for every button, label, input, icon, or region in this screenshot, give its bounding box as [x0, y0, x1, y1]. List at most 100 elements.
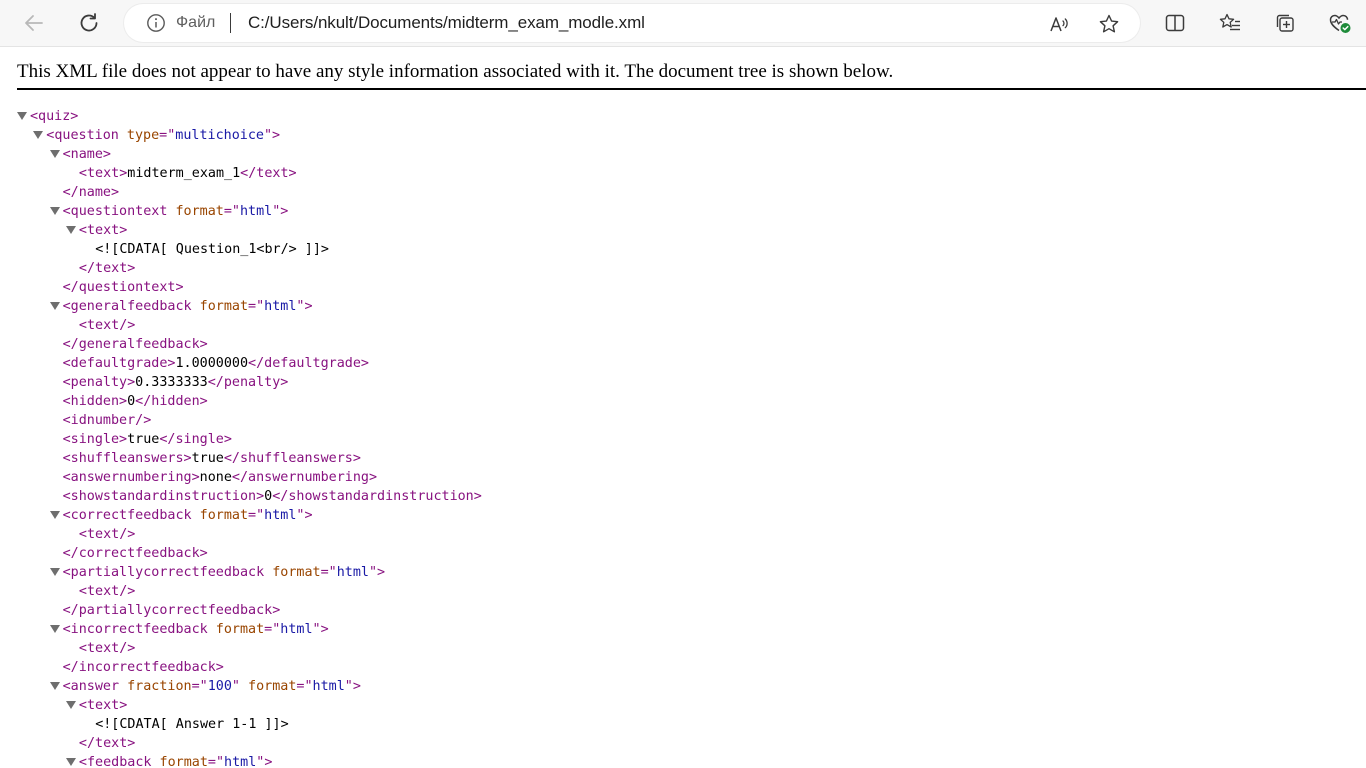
xml-token-tag: <idnumber/>: [62, 413, 152, 428]
xml-token-attr: format: [159, 755, 208, 768]
collapse-triangle-icon[interactable]: [49, 302, 60, 310]
xml-token-tag: </shuffleanswers>: [223, 451, 361, 466]
split-screen-button[interactable]: [1159, 7, 1191, 39]
xml-token-tag: =": [320, 565, 337, 580]
xml-token-tag: <text/>: [78, 318, 136, 333]
xml-line-text: <![CDATA[ Question_1<br/> ]]>: [95, 240, 329, 259]
xml-token-tag: ">: [256, 755, 273, 768]
xml-token-tag: ": [231, 679, 240, 694]
xml-token-tag: <hidden>: [62, 394, 128, 409]
profile-button[interactable]: [1324, 7, 1356, 39]
favorites-list-icon: [1219, 13, 1240, 31]
xml-line-text: <shuffleanswers>true</shuffleanswers>: [63, 449, 361, 468]
xml-line-text: </partiallycorrectfeedback>: [63, 601, 281, 620]
collapse-triangle-icon[interactable]: [65, 758, 76, 766]
xml-token-tag: <text/>: [78, 527, 136, 542]
xml-token-val: 100: [207, 679, 232, 694]
xml-viewer: This XML file does not appear to have an…: [4, 47, 1366, 768]
address-bar[interactable]: Файл C:/Users/nkult/Documents/midterm_ex…: [124, 4, 1140, 42]
url-text[interactable]: C:/Users/nkult/Documents/midterm_exam_mo…: [248, 13, 645, 33]
xml-token-txt: 0: [127, 394, 136, 409]
xml-token-txt: [192, 508, 200, 523]
xml-token-tag: </questiontext>: [62, 280, 184, 295]
xml-token-tag: =": [207, 755, 225, 768]
xml-token-tag: <single>: [62, 432, 128, 447]
xml-token-val: html: [224, 755, 257, 768]
xml-line-text: <text/>: [79, 316, 135, 335]
xml-token-tag: </generalfeedback>: [62, 337, 208, 352]
collections-button[interactable]: [1269, 7, 1301, 39]
xml-token-tag: <correctfeedback: [62, 508, 192, 523]
xml-line-text: <generalfeedback format="html">: [63, 297, 313, 316]
address-separator: [230, 13, 231, 33]
xml-line-text: <![CDATA[ Answer 1-1 ]]>: [95, 715, 288, 734]
xml-token-tag: =": [223, 204, 240, 219]
xml-token-tag: <text>: [78, 698, 128, 713]
collapse-triangle-icon[interactable]: [65, 701, 76, 709]
back-button[interactable]: [18, 7, 50, 39]
header-rule: [17, 88, 1366, 90]
xml-token-tag: </defaultgrade>: [248, 356, 369, 371]
xml-token-txt: [192, 299, 200, 314]
xml-token-val: html: [264, 508, 297, 523]
favorites-button[interactable]: [1214, 7, 1246, 39]
xml-token-tag: <penalty>: [62, 375, 136, 390]
reload-button[interactable]: [73, 7, 105, 39]
favorite-button[interactable]: [1098, 13, 1120, 35]
xml-token-tag: =": [248, 299, 265, 314]
xml-token-val: html: [239, 204, 273, 219]
xml-line-text: </name>: [63, 183, 119, 202]
reload-icon: [80, 13, 98, 32]
xml-line-text: <quiz>: [30, 107, 78, 126]
info-circle-icon[interactable]: [146, 13, 166, 33]
xml-token-tag: =": [264, 622, 281, 637]
xml-token-tag: ">: [296, 508, 313, 523]
xml-line-text: <partiallycorrectfeedback format="html">: [63, 563, 385, 582]
collapse-triangle-icon[interactable]: [65, 226, 76, 234]
xml-line-text: </incorrectfeedback>: [63, 658, 224, 677]
site-label: Файл: [176, 14, 216, 31]
collapse-triangle-icon[interactable]: [49, 682, 60, 690]
heart-pulse-icon: [1329, 14, 1351, 33]
collapse-triangle-icon[interactable]: [49, 568, 60, 576]
xml-token-val: multichoice: [175, 128, 264, 143]
xml-line-text: <correctfeedback format="html">: [63, 506, 313, 525]
arrow-left-icon: [25, 15, 43, 31]
xml-token-tag: </answernumbering>: [231, 470, 378, 485]
xml-line-text: <incorrectfeedback format="html">: [63, 620, 329, 639]
collapse-triangle-icon[interactable]: [49, 625, 60, 633]
xml-token-tag: <feedback: [78, 755, 152, 768]
xml-token-tag: </single>: [159, 432, 232, 447]
xml-token-tag: <question: [46, 128, 119, 143]
xml-token-txt: none: [199, 470, 232, 485]
collapse-triangle-icon[interactable]: [17, 112, 27, 120]
xml-token-tag: ">: [296, 299, 313, 314]
xml-token-tag: <answer: [62, 679, 120, 694]
xml-token-attr: format: [215, 622, 265, 637]
read-aloud-button[interactable]: [1048, 13, 1070, 35]
xml-line-text: <text>: [79, 696, 127, 715]
xml-line-text: <feedback format="html">: [79, 753, 273, 768]
collapse-triangle-icon[interactable]: [49, 150, 60, 158]
xml-token-txt: 1.0000000: [175, 356, 249, 371]
xml-line-text: <text/>: [79, 582, 135, 601]
xml-token-tag: </partiallycorrectfeedback>: [62, 603, 281, 618]
xml-line-text: <answer fraction="100" format="html">: [63, 677, 361, 696]
xml-token-tag: <quiz>: [30, 109, 79, 124]
collapse-triangle-icon[interactable]: [49, 511, 60, 519]
xml-token-txt: true: [191, 451, 224, 466]
collapse-triangle-icon[interactable]: [33, 131, 44, 139]
collapse-triangle-icon[interactable]: [49, 207, 60, 215]
xml-line-text: <question type="multichoice">: [46, 126, 280, 145]
xml-token-tag: =": [248, 508, 265, 523]
xml-token-txt: <![CDATA[ Question_1<br/> ]]>: [95, 242, 329, 257]
xml-line-text: <questiontext format="html">: [63, 202, 289, 221]
xml-token-tag: <showstandardinstruction>: [62, 489, 265, 504]
star-icon: [1099, 14, 1119, 33]
xml-token-tag: <defaultgrade>: [62, 356, 176, 371]
xml-line-text: <showstandardinstruction>0</showstandard…: [63, 487, 482, 506]
xml-token-attr: type: [126, 128, 160, 143]
xml-line-text: <text/>: [79, 639, 135, 658]
xml-line-text: <text/>: [79, 525, 135, 544]
xml-line-text: <text>midterm_exam_1</text>: [79, 164, 297, 183]
